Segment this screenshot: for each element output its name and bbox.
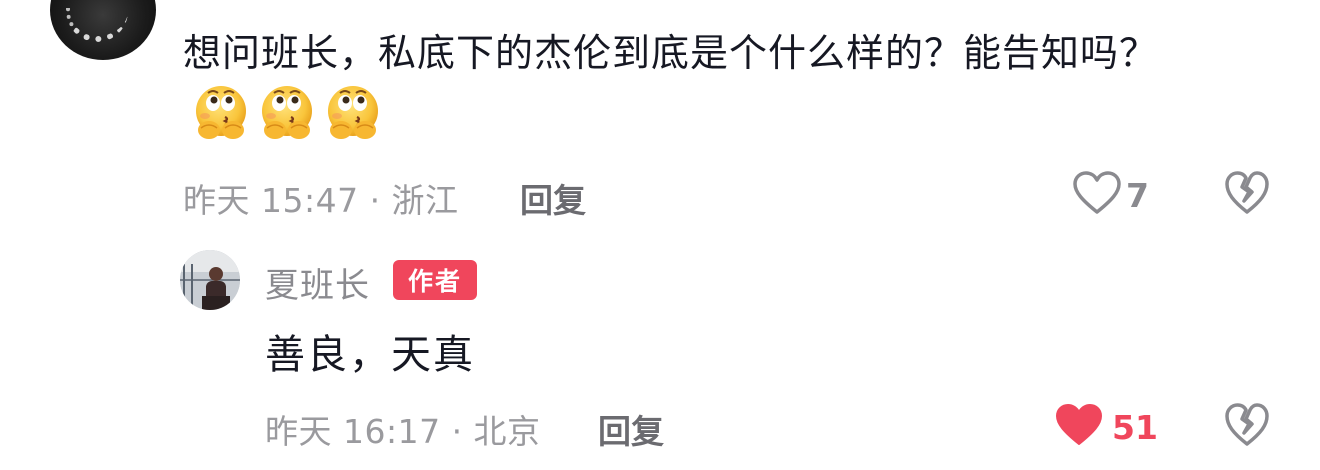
comment-text: 想问班长，私底下的杰伦到底是个什么样的？能告知吗？ [183,22,1223,146]
comment-like-count: 7 [1126,175,1149,215]
thinking-kiss-emoji-icon [191,84,249,142]
avatar-chain-detail [66,8,128,42]
heart-filled-icon [1054,402,1104,452]
reply-like-button[interactable]: 51 [1054,402,1158,452]
commenter-avatar[interactable] [50,0,156,60]
reply-like-count: 51 [1112,407,1158,447]
comment-reply-button[interactable]: 回复 [520,174,586,222]
reply-meta: 昨天 16:17 · 北京 [265,412,541,451]
broken-heart-icon[interactable] [1224,170,1270,216]
reply-author-name[interactable]: 夏班长 [265,258,370,307]
thinking-kiss-emoji-icon [257,84,315,142]
heart-outline-icon [1072,170,1122,220]
reply-reply-button[interactable]: 回复 [598,405,664,453]
author-badge: 作者 [393,260,477,300]
comment-meta: 昨天 15:47 · 浙江 [183,181,459,220]
comment-like-button[interactable]: 7 [1072,170,1149,220]
reply-text: 善良，天真 [265,332,475,378]
comment-body: 想问班长，私底下的杰伦到底是个什么样的？能告知吗？ [183,31,1159,75]
reply-author-avatar[interactable] [180,250,240,310]
thinking-kiss-emoji-icon [323,84,381,142]
broken-heart-icon[interactable] [1224,402,1270,448]
